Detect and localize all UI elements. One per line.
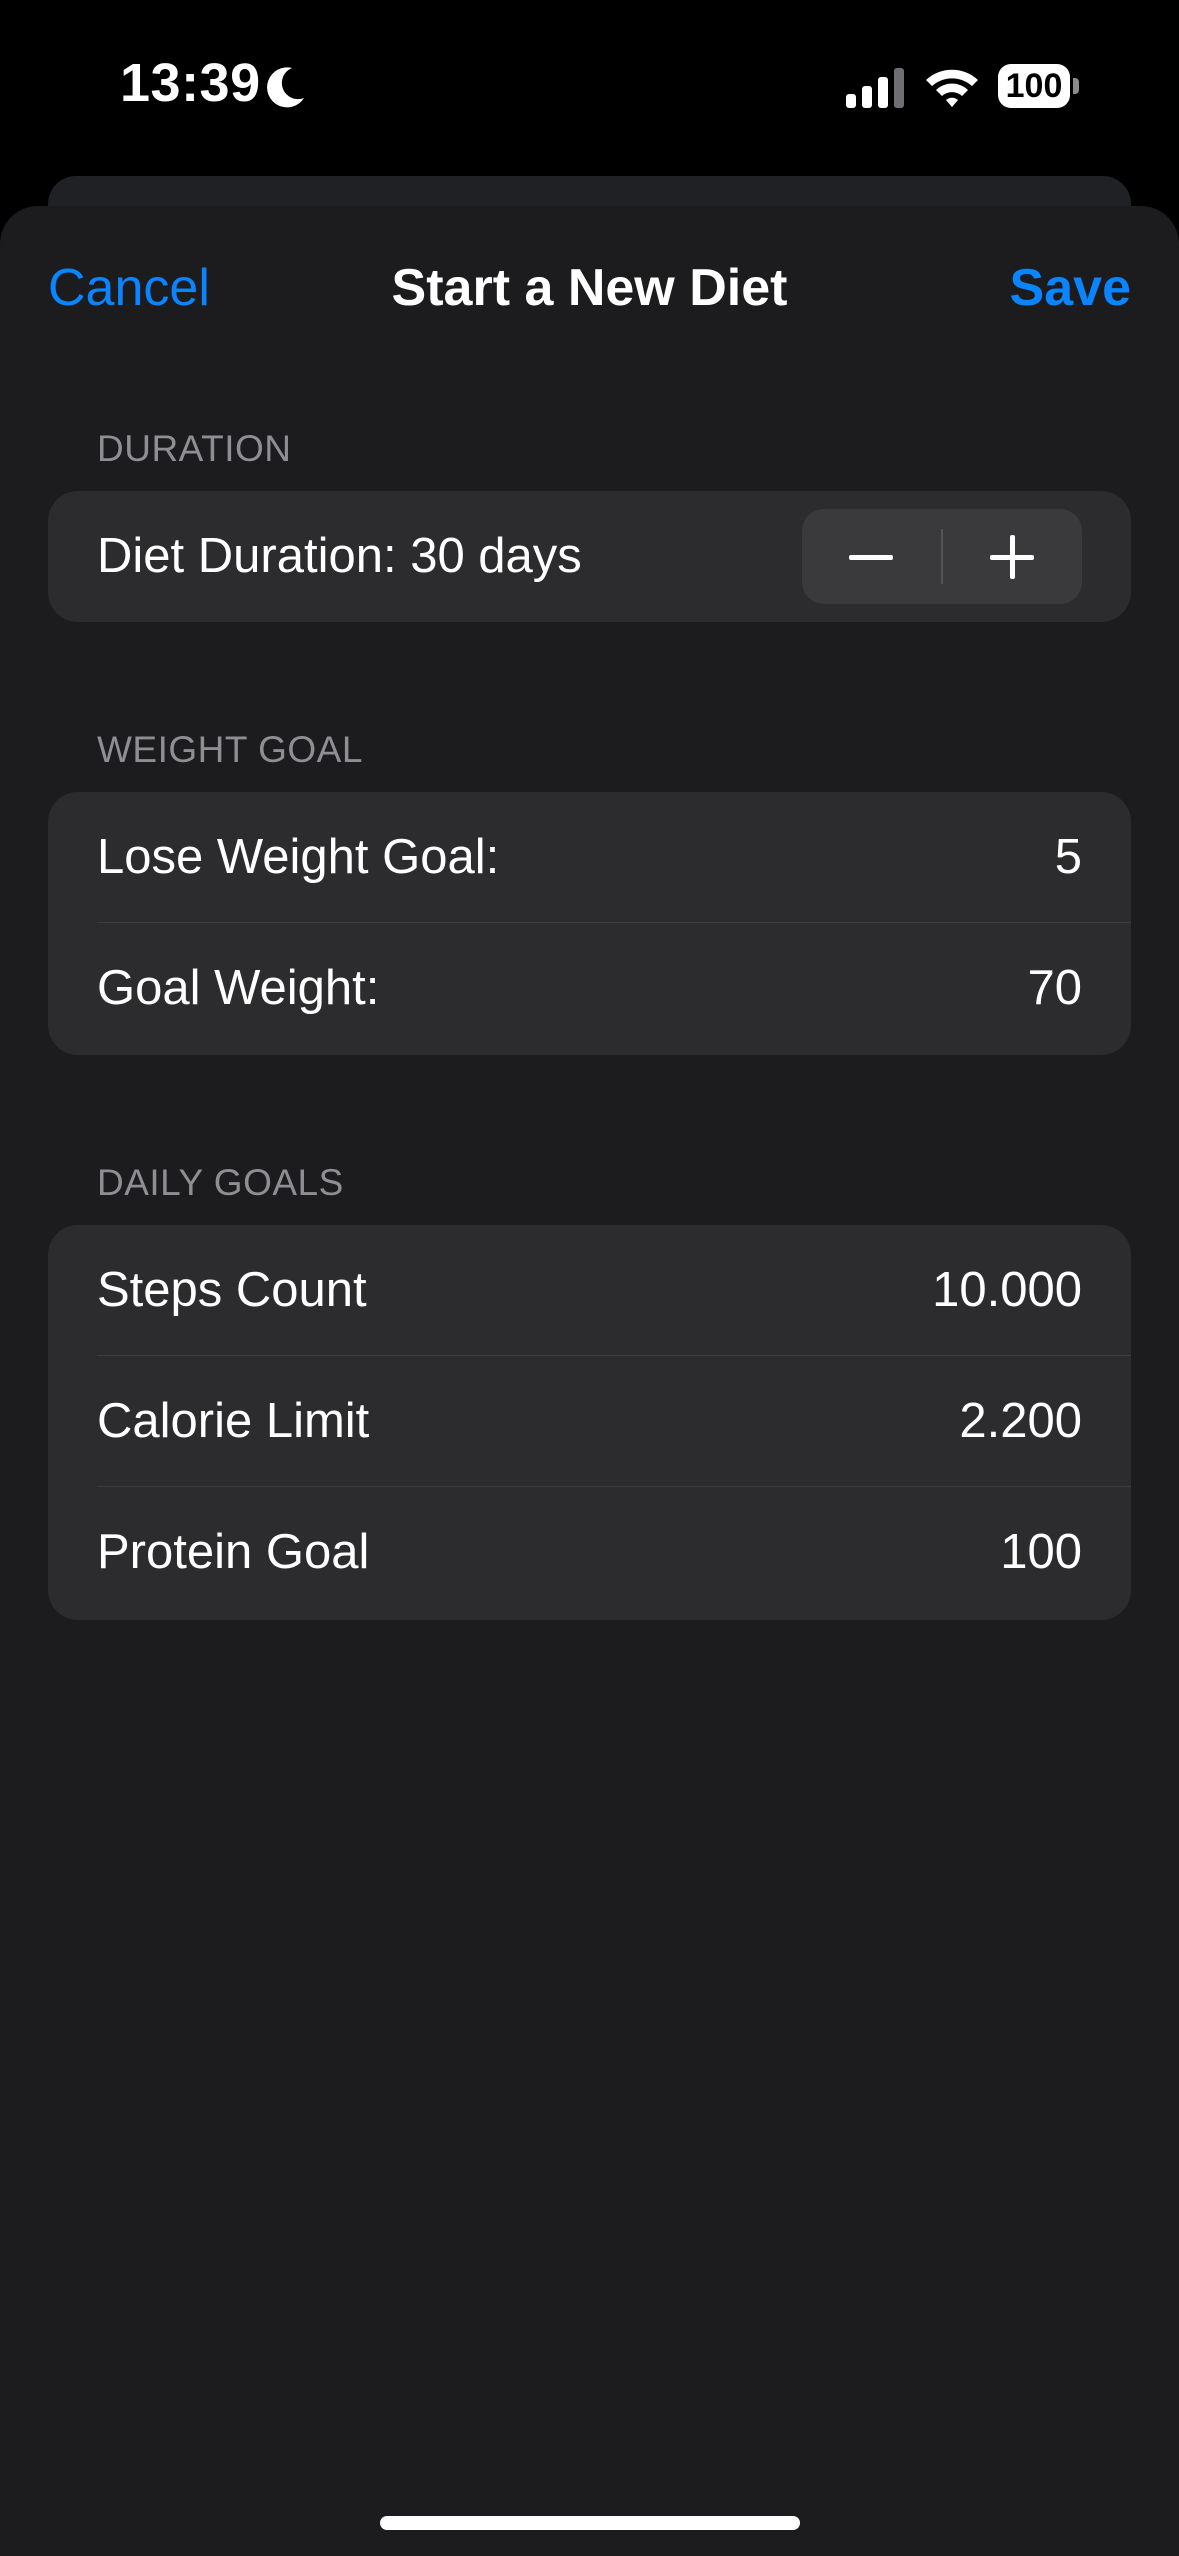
lose-weight-goal-field[interactable]: 5 <box>1055 792 1082 923</box>
diet-duration-label: Diet Duration: 30 days <box>97 529 582 583</box>
calorie-limit-row[interactable]: Calorie Limit 2.200 <box>48 1356 1131 1487</box>
wifi-icon <box>926 69 978 107</box>
row-label: Calorie Limit <box>97 1394 370 1448</box>
row-label: Protein Goal <box>97 1525 370 1579</box>
page-title: Start a New Diet <box>391 259 788 317</box>
row-label: Goal Weight: <box>97 961 380 1015</box>
weight-goal-group: Lose Weight Goal: 5 Goal Weight: 70 <box>48 792 1131 1055</box>
steps-count-row[interactable]: Steps Count 10.000 <box>48 1225 1131 1356</box>
goal-weight-row[interactable]: Goal Weight: 70 <box>48 923 1131 1054</box>
lose-weight-goal-row[interactable]: Lose Weight Goal: 5 <box>48 792 1131 923</box>
section-header-daily-goals: DAILY GOALS <box>97 1162 344 1203</box>
section-header-weight-goal: WEIGHT GOAL <box>97 729 363 770</box>
status-time: 13:39 <box>120 53 261 113</box>
battery-level: 100 <box>998 64 1070 108</box>
protein-goal-row[interactable]: Protein Goal 100 <box>48 1487 1131 1618</box>
cellular-signal-icon <box>846 68 904 108</box>
battery-icon: 100 <box>998 64 1080 108</box>
section-header-duration: DURATION <box>97 428 292 469</box>
goal-weight-field[interactable]: 70 <box>1027 923 1082 1054</box>
row-label: Steps Count <box>97 1263 367 1317</box>
diet-duration-row: Diet Duration: 30 days <box>48 491 1131 622</box>
minus-icon <box>849 555 893 560</box>
calorie-limit-field[interactable]: 2.200 <box>959 1356 1082 1487</box>
save-button[interactable]: Save <box>1010 258 1131 318</box>
decrement-button[interactable] <box>802 509 941 604</box>
duration-group: Diet Duration: 30 days <box>48 491 1131 622</box>
daily-goals-group: Steps Count 10.000 Calorie Limit 2.200 P… <box>48 1225 1131 1620</box>
status-bar: 13:39 100 <box>0 0 1179 170</box>
increment-button[interactable] <box>943 509 1082 604</box>
steps-count-field[interactable]: 10.000 <box>932 1225 1082 1356</box>
home-indicator[interactable] <box>380 2516 800 2530</box>
row-label: Lose Weight Goal: <box>97 830 500 884</box>
moon-icon <box>267 67 304 108</box>
duration-stepper <box>802 509 1082 604</box>
protein-goal-field[interactable]: 100 <box>1000 1487 1082 1618</box>
